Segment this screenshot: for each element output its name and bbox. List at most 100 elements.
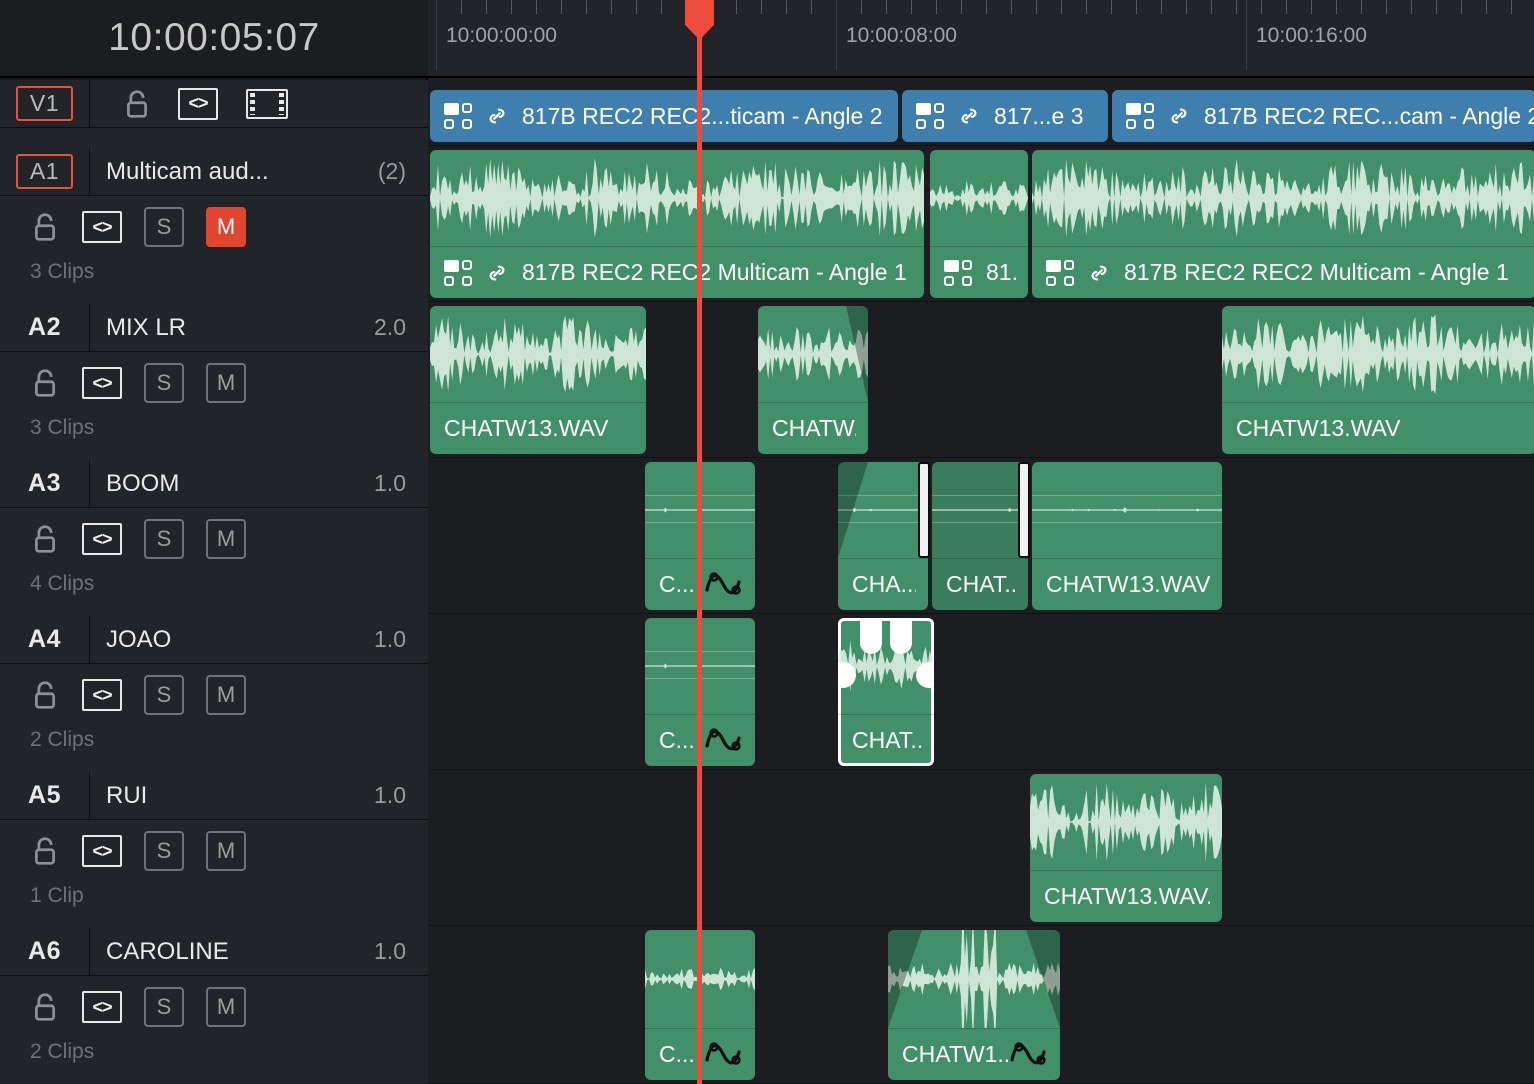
solo-button[interactable]: S xyxy=(144,675,184,715)
timeline-ruler[interactable]: 10:00:00:00 10:00:08:00 10:00:16:00 xyxy=(428,0,1534,78)
ruler-label: 10:00:16:00 xyxy=(1256,24,1367,47)
track-header-a4[interactable]: A4 JOAO 1.0 <> S M 2 Clips xyxy=(0,616,428,772)
clip-a2-0[interactable]: CHATW13.WAV xyxy=(430,306,646,454)
clip-a1-0[interactable]: 817B REC2 REC2 Multicam - Angle 1 xyxy=(430,150,924,298)
trim-handle[interactable] xyxy=(918,462,930,558)
clip-a2-2[interactable]: CHATW13.WAV xyxy=(1222,306,1534,454)
auto-select-icon[interactable]: <> xyxy=(82,523,122,555)
ruler-tick xyxy=(1361,0,1362,14)
audio-curve-icon[interactable] xyxy=(703,570,743,600)
playhead[interactable] xyxy=(697,0,702,1084)
timeline-lane-a4[interactable]: C... CHAT... xyxy=(428,616,1534,770)
track-id-v1[interactable]: V1 xyxy=(0,80,90,127)
mute-button[interactable]: M xyxy=(206,207,246,247)
clip-a6-1[interactable]: CHATW1... xyxy=(888,930,1060,1080)
film-strip-icon[interactable] xyxy=(246,88,288,119)
ruler-label: 10:00:08:00 xyxy=(846,24,957,47)
audio-curve-icon[interactable] xyxy=(703,1040,743,1070)
track-name-a6[interactable]: CAROLINE 1.0 xyxy=(90,938,428,966)
clip-label-strip: 817B REC2 REC2 Multicam - Angle 1 xyxy=(430,246,924,298)
mute-button[interactable]: M xyxy=(206,987,246,1027)
ruler-tick xyxy=(661,0,662,14)
ruler-tick xyxy=(1136,0,1137,14)
timeline-lane-a5[interactable]: CHATW13.WAV... xyxy=(428,772,1534,926)
track-id-a5[interactable]: A5 xyxy=(0,772,90,819)
clip-a4-1[interactable]: CHAT... xyxy=(838,618,934,766)
auto-select-icon[interactable]: <> xyxy=(82,991,122,1023)
clip-a3-3[interactable]: CHATW13.WAV... xyxy=(1032,462,1222,610)
auto-select-icon[interactable]: <> xyxy=(82,367,122,399)
ruler-tick xyxy=(811,0,812,14)
timeline-lane-a1[interactable]: 817B REC2 REC2 Multicam - Angle 1 81... 1… xyxy=(428,148,1534,302)
auto-select-icon[interactable]: <> xyxy=(82,835,122,867)
clip-a3-1[interactable]: CHA... xyxy=(838,462,928,610)
track-name-a2[interactable]: MIX LR 2.0 xyxy=(90,314,428,342)
ruler-tick xyxy=(1186,0,1187,14)
multicam-grid-icon xyxy=(444,103,472,129)
audio-waveform xyxy=(430,150,924,246)
solo-button[interactable]: S xyxy=(144,363,184,403)
timeline-lane-a6[interactable]: C... CHATW1... xyxy=(428,928,1534,1084)
clip-label: 817B REC2 REC2...ticam - Angle 2 xyxy=(522,102,883,129)
timeline-lane-a3[interactable]: C... CHA... CHAT... CHATW13.WAV... xyxy=(428,460,1534,614)
timeline-lane-a2[interactable]: CHATW13.WAV CHATW... CHATW13.WAV xyxy=(428,304,1534,458)
auto-select-icon[interactable]: <> xyxy=(178,87,218,120)
mute-button[interactable]: M xyxy=(206,675,246,715)
track-id-a2[interactable]: A2 xyxy=(0,304,90,351)
clip-v1-1[interactable]: 817...e 3 xyxy=(902,90,1108,142)
track-name-a5[interactable]: RUI 1.0 xyxy=(90,782,428,810)
track-id-a1[interactable]: A1 xyxy=(0,148,90,195)
solo-button[interactable]: S xyxy=(144,831,184,871)
lock-icon[interactable] xyxy=(122,88,152,120)
lock-icon[interactable] xyxy=(30,523,60,555)
track-name-a3[interactable]: BOOM 1.0 xyxy=(90,470,428,498)
clip-a1-1[interactable]: 81... 1 xyxy=(930,150,1028,298)
track-id-a6[interactable]: A6 xyxy=(0,928,90,975)
lock-icon[interactable] xyxy=(30,679,60,711)
clip-label: CHA... xyxy=(852,571,916,597)
clip-title-bar: 817...e 3 xyxy=(902,90,1108,142)
audio-curve-icon[interactable] xyxy=(703,726,743,756)
lock-icon[interactable] xyxy=(30,835,60,867)
solo-button[interactable]: S xyxy=(144,207,184,247)
timecode-display[interactable]: 10:00:05:07 xyxy=(0,0,428,78)
clip-v1-2[interactable]: 817B REC2 REC...cam - Angle 2 xyxy=(1112,90,1534,142)
lock-icon[interactable] xyxy=(30,991,60,1023)
track-header-a3[interactable]: A3 BOOM 1.0 <> S M 4 Clips xyxy=(0,460,428,616)
track-name-a4[interactable]: JOAO 1.0 xyxy=(90,626,428,654)
track-name-a1[interactable]: Multicam aud... (2) xyxy=(90,158,428,186)
clip-label: C... xyxy=(659,727,695,753)
clip-label: CHAT... xyxy=(946,571,1016,597)
clip-a1-2[interactable]: 817B REC2 REC2 Multicam - Angle 1 xyxy=(1032,150,1534,298)
clip-count-a1: 3 Clips xyxy=(30,260,95,283)
trim-handle[interactable] xyxy=(1018,462,1030,558)
mute-button[interactable]: M xyxy=(206,519,246,559)
timeline-lane-v1[interactable]: 817B REC2 REC2...ticam - Angle 2 817...e … xyxy=(428,88,1534,146)
mute-button[interactable]: M xyxy=(206,831,246,871)
level-line xyxy=(1032,522,1222,523)
track-header-a1[interactable]: A1 Multicam aud... (2) <> S M 3 Clips xyxy=(0,148,428,304)
ruler-tick xyxy=(1086,0,1087,14)
solo-button[interactable]: S xyxy=(144,519,184,559)
timeline-area[interactable]: 10:00:00:00 10:00:08:00 10:00:16:00 817B R… xyxy=(428,0,1534,1084)
track-header-a6[interactable]: A6 CAROLINE 1.0 <> S M 2 Clips xyxy=(0,928,428,1084)
audio-curve-icon[interactable] xyxy=(1008,1040,1048,1070)
clip-a3-2[interactable]: CHAT... xyxy=(932,462,1028,610)
clip-a2-1[interactable]: CHATW... xyxy=(758,306,868,454)
lock-icon[interactable] xyxy=(30,367,60,399)
ruler-tick xyxy=(1161,0,1162,14)
fade-out-handle[interactable] xyxy=(890,618,912,654)
clip-a5-0[interactable]: CHATW13.WAV... xyxy=(1030,774,1222,922)
track-header-a5[interactable]: A5 RUI 1.0 <> S M 1 Clip xyxy=(0,772,428,928)
clip-v1-0[interactable]: 817B REC2 REC2...ticam - Angle 2 xyxy=(430,90,898,142)
track-id-a3[interactable]: A3 xyxy=(0,460,90,507)
mute-button[interactable]: M xyxy=(206,363,246,403)
auto-select-icon[interactable]: <> xyxy=(82,679,122,711)
track-header-v1[interactable]: V1 <> xyxy=(0,80,428,148)
auto-select-icon[interactable]: <> xyxy=(82,211,122,243)
lock-icon[interactable] xyxy=(30,211,60,243)
track-header-a2[interactable]: A2 MIX LR 2.0 <> S M 3 Clips xyxy=(0,304,428,460)
fade-in-handle[interactable] xyxy=(860,618,882,654)
track-id-a4[interactable]: A4 xyxy=(0,616,90,663)
solo-button[interactable]: S xyxy=(144,987,184,1027)
